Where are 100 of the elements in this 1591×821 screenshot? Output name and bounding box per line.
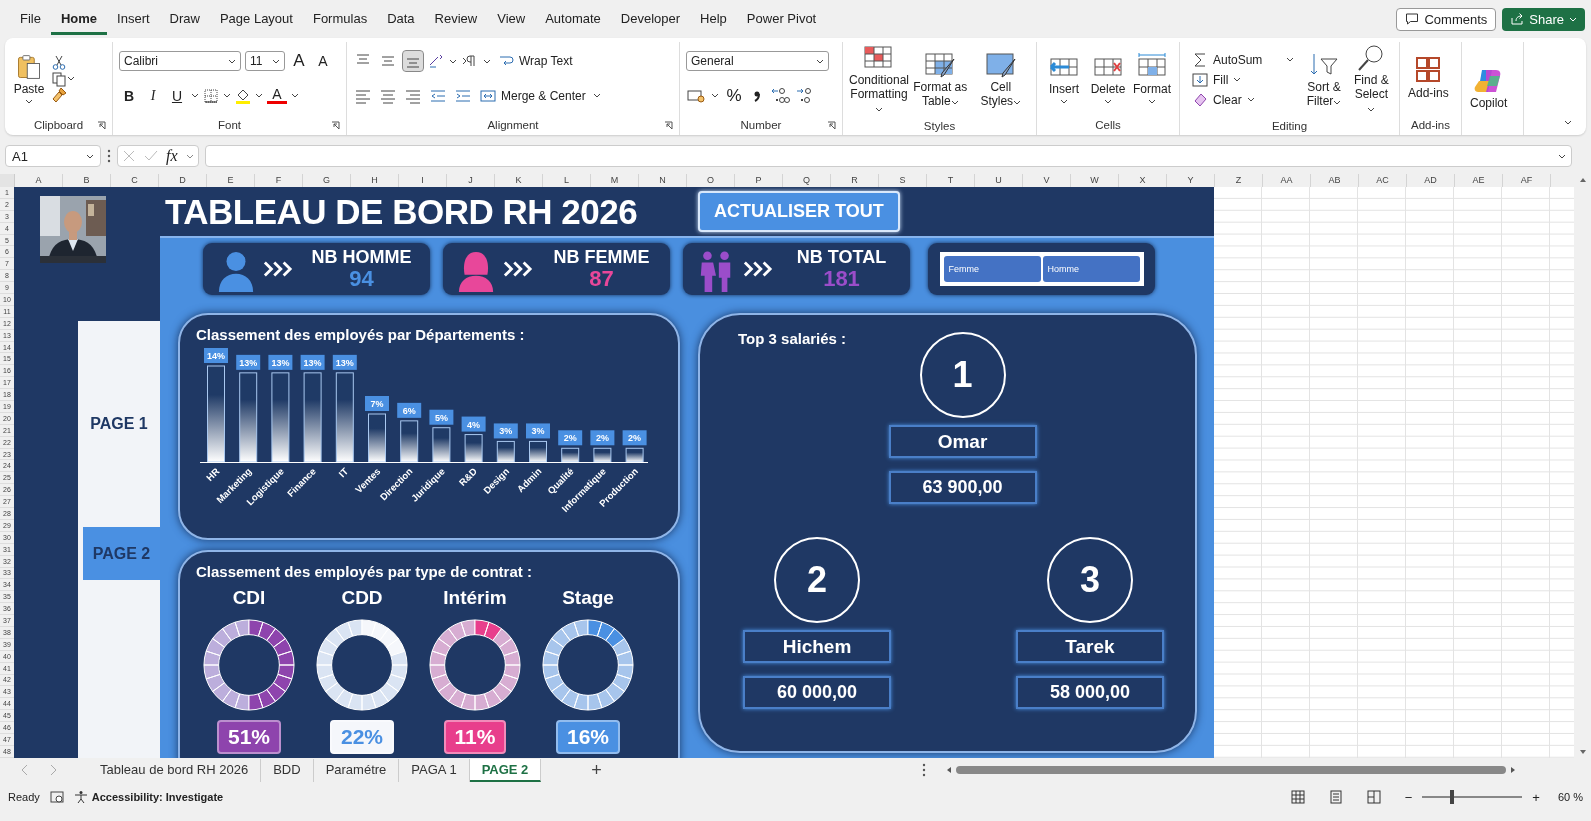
zoom-out-button[interactable]: − xyxy=(1404,789,1413,805)
accessibility-status[interactable]: Accessibility: Investigate xyxy=(73,790,224,804)
text-angle-icon[interactable] xyxy=(428,53,444,70)
format-button[interactable]: Format xyxy=(1130,51,1173,106)
menu-tab[interactable]: Data xyxy=(377,3,425,35)
add-sheet-button[interactable]: + xyxy=(591,759,602,781)
caret-icon[interactable] xyxy=(950,99,959,105)
menu-tab[interactable]: Automate xyxy=(535,3,611,35)
increase-decimal-icon[interactable] xyxy=(770,85,790,106)
font-size-dropdown[interactable]: 11 xyxy=(245,51,285,72)
clear-button[interactable]: Clear xyxy=(1190,89,1257,110)
page-link[interactable]: PAGE 2 xyxy=(83,527,160,580)
sheet-tab[interactable]: PAGA 1 xyxy=(399,758,470,782)
caret-icon[interactable] xyxy=(1147,98,1156,104)
expand-caret-icon[interactable] xyxy=(1558,153,1566,159)
find-select-button[interactable]: Find & Select xyxy=(1349,42,1393,118)
bold-button[interactable]: B xyxy=(119,85,139,106)
add-ins-button[interactable]: Add-ins xyxy=(1406,54,1451,103)
number-format-dropdown[interactable]: General xyxy=(686,51,829,72)
caret-icon[interactable] xyxy=(223,93,231,99)
sort-filter-button[interactable]: Sort & Filter xyxy=(1302,48,1346,111)
menu-tab[interactable]: Formulas xyxy=(302,3,378,35)
caret-icon[interactable] xyxy=(875,106,883,112)
merge-center-button[interactable]: Merge & Center xyxy=(478,85,588,106)
caret-icon[interactable] xyxy=(449,58,457,64)
conditional-formatting-button[interactable]: Conditional Formatting xyxy=(849,42,909,118)
comments-button[interactable]: Comments xyxy=(1396,7,1497,31)
slicer-item[interactable]: Homme xyxy=(1042,256,1140,282)
collapse-ribbon-caret-icon[interactable] xyxy=(1564,120,1572,125)
menu-tab[interactable]: Insert xyxy=(107,3,160,35)
left-arrow-icon[interactable] xyxy=(945,766,952,774)
cell-styles-button[interactable]: Cell Styles xyxy=(971,48,1030,111)
caret-icon[interactable] xyxy=(191,93,199,99)
caret-icon[interactable] xyxy=(1233,77,1242,83)
caret-icon[interactable] xyxy=(1333,99,1342,105)
vertical-dots-icon[interactable] xyxy=(107,149,111,163)
menu-tab[interactable]: View xyxy=(487,3,536,35)
percent-button[interactable]: % xyxy=(724,85,744,106)
insert-function-button[interactable]: fx xyxy=(166,147,178,165)
page-break-icon[interactable] xyxy=(1366,790,1381,804)
insert-button[interactable]: Insert xyxy=(1043,51,1085,106)
caret-icon[interactable] xyxy=(816,58,824,64)
caret-icon[interactable] xyxy=(1060,98,1068,104)
right-arrow-icon[interactable] xyxy=(1509,766,1516,774)
menu-tab[interactable]: Power Pivot xyxy=(736,3,827,35)
caret-icon[interactable] xyxy=(272,58,280,64)
caret-icon[interactable] xyxy=(711,93,719,99)
font-family-dropdown[interactable]: Calibri xyxy=(119,51,241,72)
dialog-launcher-icon[interactable] xyxy=(97,121,106,130)
caret-icon[interactable] xyxy=(255,93,263,99)
dialog-launcher-icon[interactable] xyxy=(664,121,673,130)
paint-bucket-icon[interactable] xyxy=(235,87,251,104)
menu-tab[interactable]: Draw xyxy=(159,3,210,35)
zoom-in-button[interactable]: + xyxy=(1532,789,1540,805)
menu-tab[interactable]: Home xyxy=(50,3,108,35)
cell-grid[interactable] xyxy=(1214,187,1574,758)
delete-button[interactable]: Delete xyxy=(1087,51,1129,106)
caret-icon[interactable] xyxy=(592,93,601,99)
caret-icon[interactable] xyxy=(228,58,236,64)
copy-icon[interactable] xyxy=(51,70,67,87)
paste-button[interactable]: Paste xyxy=(11,51,47,106)
up-arrow-icon[interactable] xyxy=(1578,177,1587,183)
menu-tab[interactable]: File xyxy=(10,3,51,35)
sheet-tab[interactable]: Tableau de bord RH 2026 xyxy=(88,758,262,782)
slider-thumb[interactable] xyxy=(1450,790,1455,804)
caret-icon[interactable] xyxy=(1367,106,1376,112)
caret-icon[interactable] xyxy=(86,153,94,159)
caret-icon[interactable] xyxy=(1286,57,1295,63)
down-arrow-icon[interactable] xyxy=(1578,749,1587,755)
grow-font-button[interactable]: A xyxy=(289,51,309,72)
caret-icon[interactable] xyxy=(291,93,299,99)
grid-view-icon[interactable] xyxy=(1290,790,1305,804)
caret-icon[interactable] xyxy=(1246,97,1255,103)
menu-tab[interactable]: Developer xyxy=(610,3,691,35)
caret-icon[interactable] xyxy=(1013,99,1022,105)
zoom-level[interactable]: 60 % xyxy=(1557,791,1583,803)
page-layout-icon[interactable] xyxy=(1328,790,1343,804)
sheet-tab[interactable]: PAGE 2 xyxy=(469,758,542,782)
underline-button[interactable]: U xyxy=(167,85,187,106)
menu-tab[interactable]: Page Layout xyxy=(209,3,303,35)
font-color-button[interactable]: A xyxy=(267,87,287,105)
macro-record-icon[interactable] xyxy=(49,790,64,804)
checkmark-icon[interactable] xyxy=(144,149,158,163)
vertical-dots-icon[interactable] xyxy=(921,763,926,777)
format-as-table-button[interactable]: Format as Table xyxy=(911,48,970,111)
copilot-button[interactable]: Copilot xyxy=(1468,64,1510,113)
paintbrush-icon[interactable] xyxy=(51,86,67,103)
align-bottom-icon[interactable] xyxy=(403,51,423,72)
borders-icon[interactable] xyxy=(203,87,219,104)
formula-input[interactable] xyxy=(204,145,1572,167)
scrollbar-thumb[interactable] xyxy=(955,766,1506,774)
autosum-button[interactable]: AutoSum xyxy=(1190,49,1265,70)
caret-icon[interactable] xyxy=(67,76,75,81)
dialog-launcher-icon[interactable] xyxy=(331,121,340,130)
shrink-font-button[interactable]: A xyxy=(313,51,333,72)
slicer-item[interactable]: Femme xyxy=(943,256,1041,282)
fill-button[interactable]: Fill xyxy=(1190,69,1244,90)
sheet-tab[interactable]: BDD xyxy=(261,758,314,782)
menu-tab[interactable]: Review xyxy=(424,3,488,35)
menu-tab[interactable]: Help xyxy=(690,3,737,35)
